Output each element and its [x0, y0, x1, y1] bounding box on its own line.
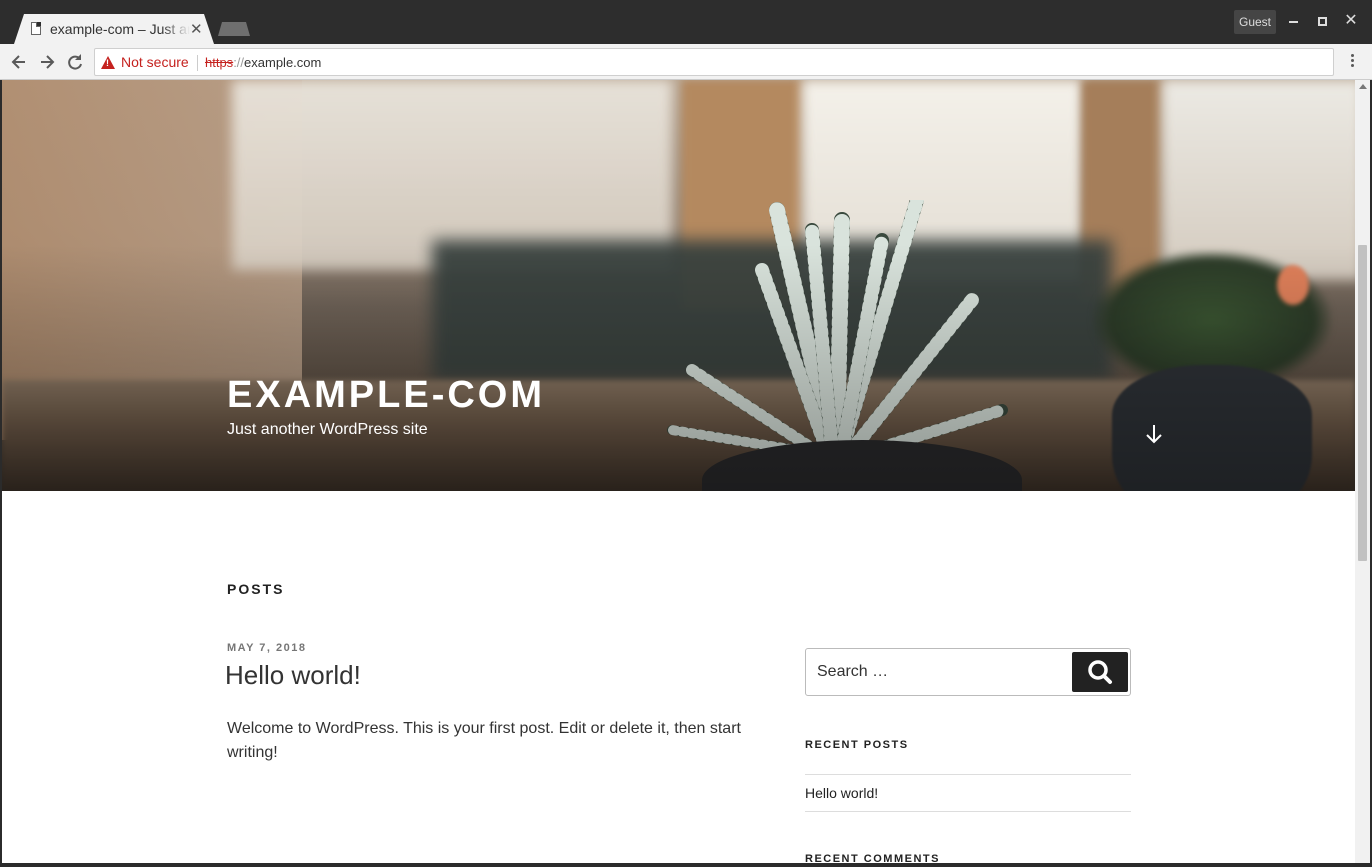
browser-titlebar: example-com – Just another WordPress sit…: [0, 0, 1372, 44]
post-title-link[interactable]: Hello world!: [225, 660, 361, 691]
recent-comments-heading: RECENT COMMENTS: [805, 853, 940, 863]
close-window-button[interactable]: ✕: [1342, 12, 1360, 30]
scrollbar-thumb[interactable]: [1358, 245, 1367, 561]
new-tab-button[interactable]: [218, 22, 250, 36]
omnibox-divider: [197, 55, 198, 71]
post-date[interactable]: MAY 7, 2018: [227, 642, 307, 654]
reload-button[interactable]: [64, 51, 86, 73]
page-viewport: EXAMPLE-COM Just another WordPress site …: [2, 80, 1355, 863]
divider: [805, 774, 1131, 775]
scroll-up-arrow-icon[interactable]: [1359, 84, 1367, 89]
scroll-down-button[interactable]: [1143, 422, 1165, 446]
back-button[interactable]: [8, 51, 30, 73]
site-description: Just another WordPress site: [227, 421, 428, 438]
warning-icon: [101, 56, 115, 69]
profile-badge[interactable]: Guest: [1234, 10, 1277, 34]
recent-posts-heading: RECENT POSTS: [805, 739, 909, 751]
minimize-button[interactable]: [1284, 12, 1302, 30]
tab-title: example-com – Just another WordPress sit…: [50, 21, 190, 37]
page-favicon-icon: [31, 22, 41, 35]
arrow-down-icon: [1146, 425, 1162, 444]
search-input[interactable]: [806, 649, 1070, 695]
minimize-icon: [1288, 21, 1298, 23]
url-text[interactable]: https://example.com: [205, 55, 321, 70]
browser-tab[interactable]: example-com – Just another WordPress sit…: [14, 14, 214, 44]
maximize-icon: [1317, 17, 1327, 26]
posts-section-heading: POSTS: [227, 581, 285, 597]
post-excerpt: Welcome to WordPress. This is your first…: [227, 720, 741, 761]
arrow-right-icon: [41, 55, 55, 69]
address-bar[interactable]: Not secure https://example.com: [94, 48, 1334, 76]
site-title[interactable]: EXAMPLE-COM: [227, 374, 545, 417]
search-icon: [1088, 660, 1112, 684]
forward-button[interactable]: [36, 51, 58, 73]
security-indicator[interactable]: Not secure: [121, 54, 189, 70]
maximize-button[interactable]: [1313, 12, 1331, 30]
url-host: example.com: [244, 55, 322, 70]
arrow-left-icon: [11, 55, 25, 69]
page-scrollbar[interactable]: [1355, 80, 1370, 863]
url-scheme: https: [205, 55, 234, 70]
search-form: [805, 648, 1131, 696]
url-separator: ://: [233, 55, 245, 70]
divider: [805, 811, 1131, 812]
tab-close-icon[interactable]: ✕: [190, 20, 203, 38]
reload-icon: [68, 54, 82, 70]
recent-post-link[interactable]: Hello world!: [805, 785, 878, 801]
browser-menu-button[interactable]: [1344, 52, 1360, 72]
browser-toolbar: Not secure https://example.com: [0, 44, 1372, 80]
search-button[interactable]: [1072, 652, 1128, 692]
